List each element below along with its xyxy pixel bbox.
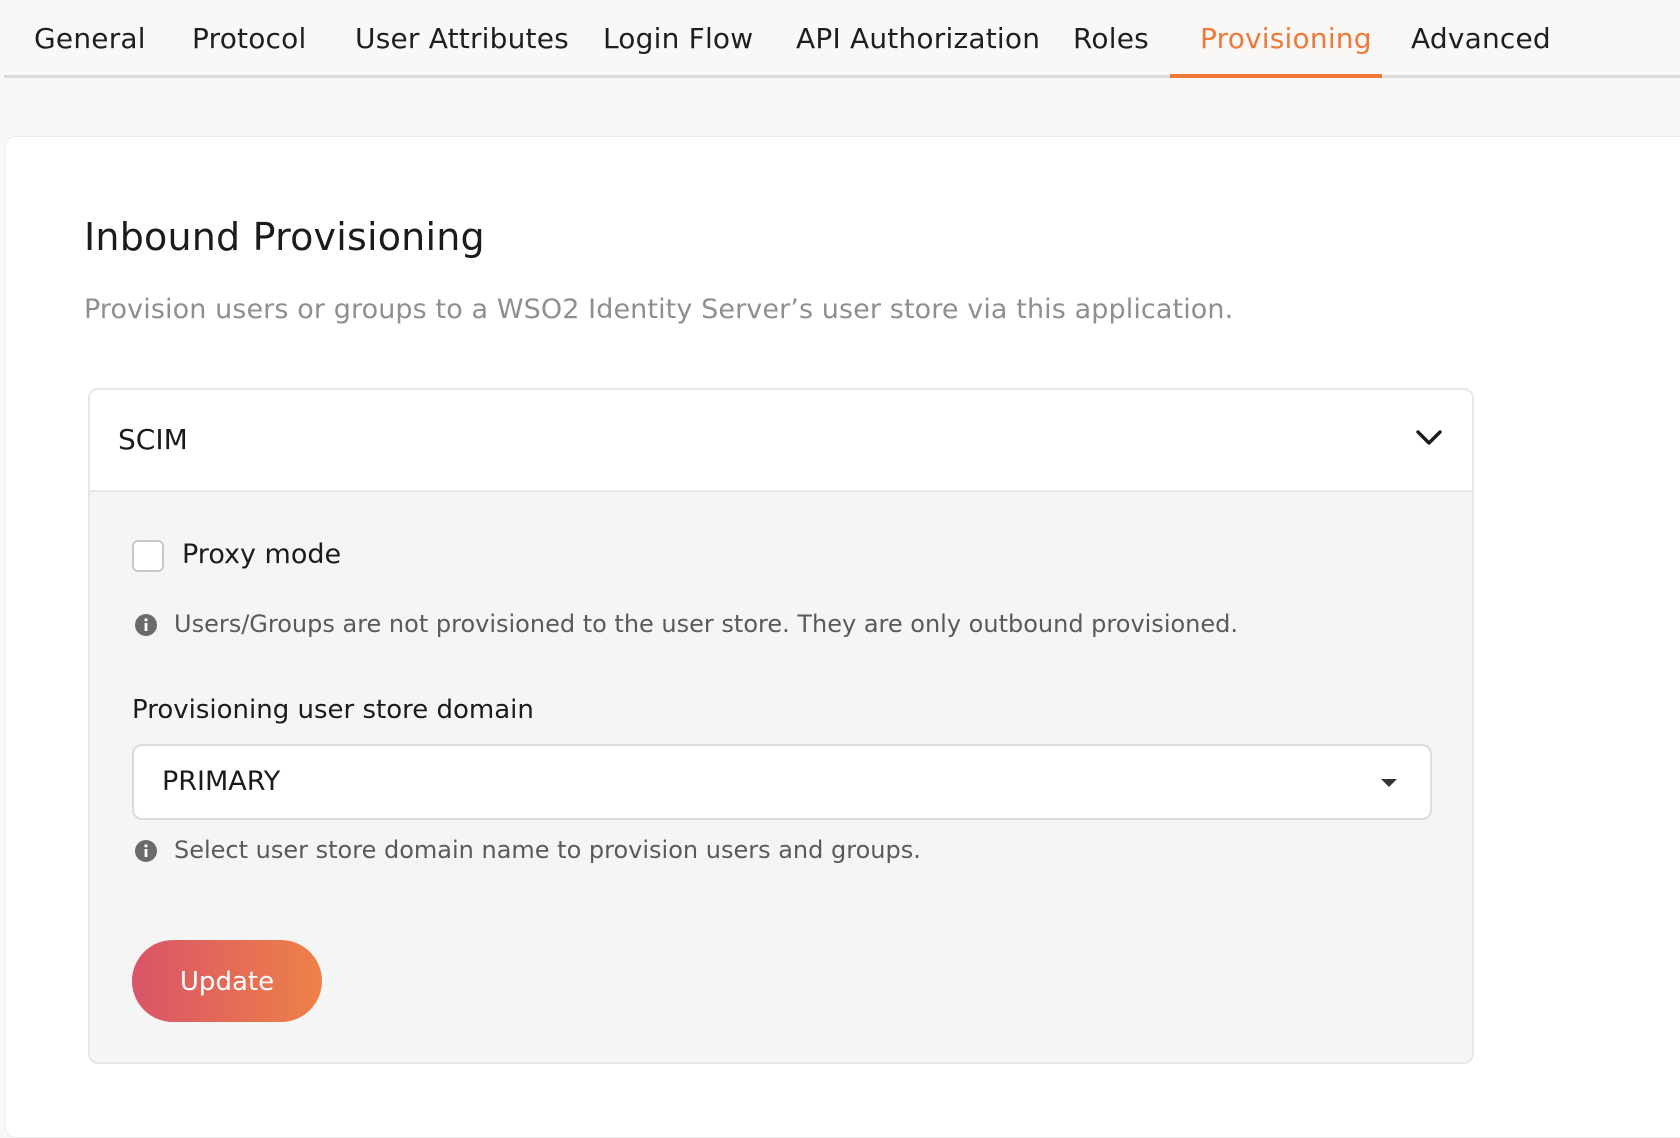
scim-accordion-header[interactable]: SCIM bbox=[90, 390, 1472, 492]
active-tab-indicator bbox=[1170, 74, 1382, 78]
caret-down-icon[interactable] bbox=[1380, 778, 1398, 788]
user-store-domain-hint-text: Select user store domain name to provisi… bbox=[174, 836, 921, 864]
tab-roles[interactable]: Roles bbox=[1073, 0, 1149, 78]
tab-provisioning[interactable]: Provisioning bbox=[1200, 0, 1372, 78]
scim-accordion: SCIM Proxy mode Users/Groups are not pro… bbox=[88, 388, 1474, 1064]
tab-bar: General Protocol User Attributes Login F… bbox=[4, 0, 1680, 78]
tab-user-attributes[interactable]: User Attributes bbox=[355, 0, 569, 78]
info-icon bbox=[135, 614, 157, 636]
user-store-domain-select[interactable]: PRIMARY bbox=[132, 744, 1432, 820]
section-description: Provision users or groups to a WSO2 Iden… bbox=[84, 294, 1234, 325]
update-button[interactable]: Update bbox=[132, 940, 322, 1022]
tab-api-authorization[interactable]: API Authorization bbox=[796, 0, 1040, 78]
user-store-domain-label: Provisioning user store domain bbox=[132, 695, 534, 725]
tab-advanced[interactable]: Advanced bbox=[1411, 0, 1551, 78]
proxy-mode-hint-text: Users/Groups are not provisioned to the … bbox=[174, 610, 1239, 638]
tab-login-flow[interactable]: Login Flow bbox=[603, 0, 753, 78]
scim-accordion-title: SCIM bbox=[118, 423, 188, 456]
tab-protocol[interactable]: Protocol bbox=[192, 0, 306, 78]
chevron-down-icon[interactable] bbox=[1414, 426, 1444, 450]
section-title: Inbound Provisioning bbox=[84, 215, 485, 259]
user-store-domain-value: PRIMARY bbox=[162, 766, 281, 797]
tab-general[interactable]: General bbox=[34, 0, 146, 78]
proxy-mode-label[interactable]: Proxy mode bbox=[182, 539, 341, 570]
proxy-mode-checkbox[interactable] bbox=[132, 540, 164, 572]
info-icon bbox=[135, 840, 157, 862]
